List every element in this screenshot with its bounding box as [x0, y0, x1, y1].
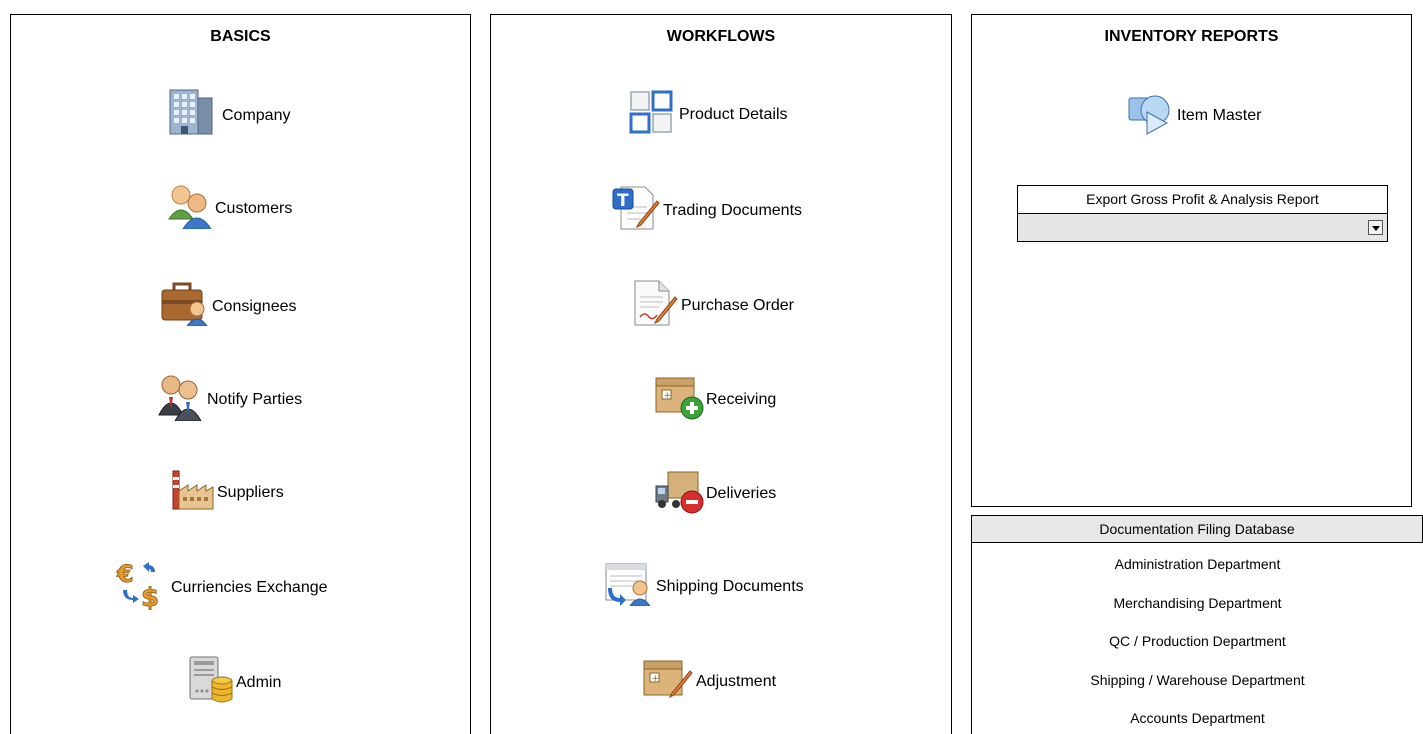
consignees-button[interactable]: Consignees [160, 282, 297, 331]
notify-parties-button[interactable]: Notify Parties [155, 373, 302, 426]
accounts-department-link[interactable]: Accounts Department [972, 710, 1423, 726]
svg-text:+: + [652, 674, 660, 684]
purchase-order-label: Purchase Order [681, 296, 794, 314]
item-master-icon [1127, 90, 1175, 141]
briefcase-user-icon [160, 282, 210, 331]
shipping-document-icon [604, 562, 654, 611]
qc-production-department-link[interactable]: QC / Production Department [972, 633, 1423, 649]
signed-document-icon [631, 279, 679, 332]
truck-remove-icon [654, 468, 704, 519]
export-report-header: Export Gross Profit & Analysis Report [1018, 186, 1387, 214]
svg-text:$: $ [141, 583, 159, 610]
grid-squares-icon [629, 90, 677, 139]
customers-icon [165, 183, 213, 234]
product-details-label: Product Details [679, 105, 788, 123]
documentation-filing-header: Documentation Filing Database [971, 515, 1423, 543]
inventory-reports-panel: INVENTORY REPORTS [971, 14, 1412, 507]
document-edit-icon: T [611, 185, 661, 236]
consignees-label: Consignees [212, 297, 297, 315]
curriencies-exchange-label: Curriencies Exchange [171, 578, 328, 596]
admin-label: Admin [236, 673, 282, 691]
business-people-icon [155, 373, 205, 426]
notify-parties-label: Notify Parties [207, 390, 303, 408]
receiving-label: Receiving [706, 390, 777, 408]
chevron-down-icon[interactable] [1368, 220, 1383, 235]
suppliers-button[interactable]: Suppliers [169, 467, 284, 518]
adjustment-label: Adjustment [696, 672, 777, 690]
company-label: Company [222, 106, 291, 124]
suppliers-label: Suppliers [217, 483, 284, 501]
company-button[interactable]: Company [164, 88, 290, 143]
item-master-button[interactable]: Item Master [1127, 90, 1261, 141]
box-add-icon: + [654, 374, 704, 425]
documentation-filing-list: Administration Department Merchandising … [971, 543, 1423, 734]
deliveries-label: Deliveries [706, 484, 777, 502]
curriencies-exchange-button[interactable]: € $ Curriencies Exchange [115, 560, 328, 615]
item-master-label: Item Master [1177, 106, 1262, 124]
workflows-title: WORKFLOWS [666, 28, 776, 45]
deliveries-button[interactable]: Deliveries [654, 468, 776, 519]
admin-button[interactable]: Admin [188, 655, 281, 710]
adjustment-button[interactable]: + Adjustment [642, 655, 776, 708]
svg-text:T: T [617, 191, 629, 211]
administration-department-link[interactable]: Administration Department [972, 556, 1423, 572]
building-icon [164, 88, 220, 143]
svg-text:€: € [116, 560, 134, 588]
trading-documents-button[interactable]: T Trading Documents [611, 185, 802, 236]
factory-icon [169, 467, 215, 518]
purchase-order-button[interactable]: Purchase Order [631, 279, 794, 332]
shipping-documents-label: Shipping Documents [656, 577, 804, 595]
box-edit-icon: + [642, 655, 694, 708]
export-report-box: Export Gross Profit & Analysis Report [1017, 185, 1388, 242]
inventory-reports-title: INVENTORY REPORTS [1104, 28, 1279, 45]
basics-title: BASICS [210, 28, 271, 45]
customers-button[interactable]: Customers [165, 183, 292, 234]
trading-documents-label: Trading Documents [663, 201, 803, 219]
product-details-button[interactable]: Product Details [629, 90, 788, 139]
server-database-icon [188, 655, 234, 710]
customers-label: Customers [215, 199, 293, 217]
currency-exchange-icon: € $ [115, 560, 169, 615]
merchandising-department-link[interactable]: Merchandising Department [972, 595, 1423, 611]
shipping-warehouse-department-link[interactable]: Shipping / Warehouse Department [972, 672, 1423, 688]
svg-text:+: + [664, 391, 672, 401]
receiving-button[interactable]: + Receiving [654, 374, 776, 425]
export-report-dropdown[interactable] [1018, 214, 1387, 241]
shipping-documents-button[interactable]: Shipping Documents [604, 562, 804, 611]
